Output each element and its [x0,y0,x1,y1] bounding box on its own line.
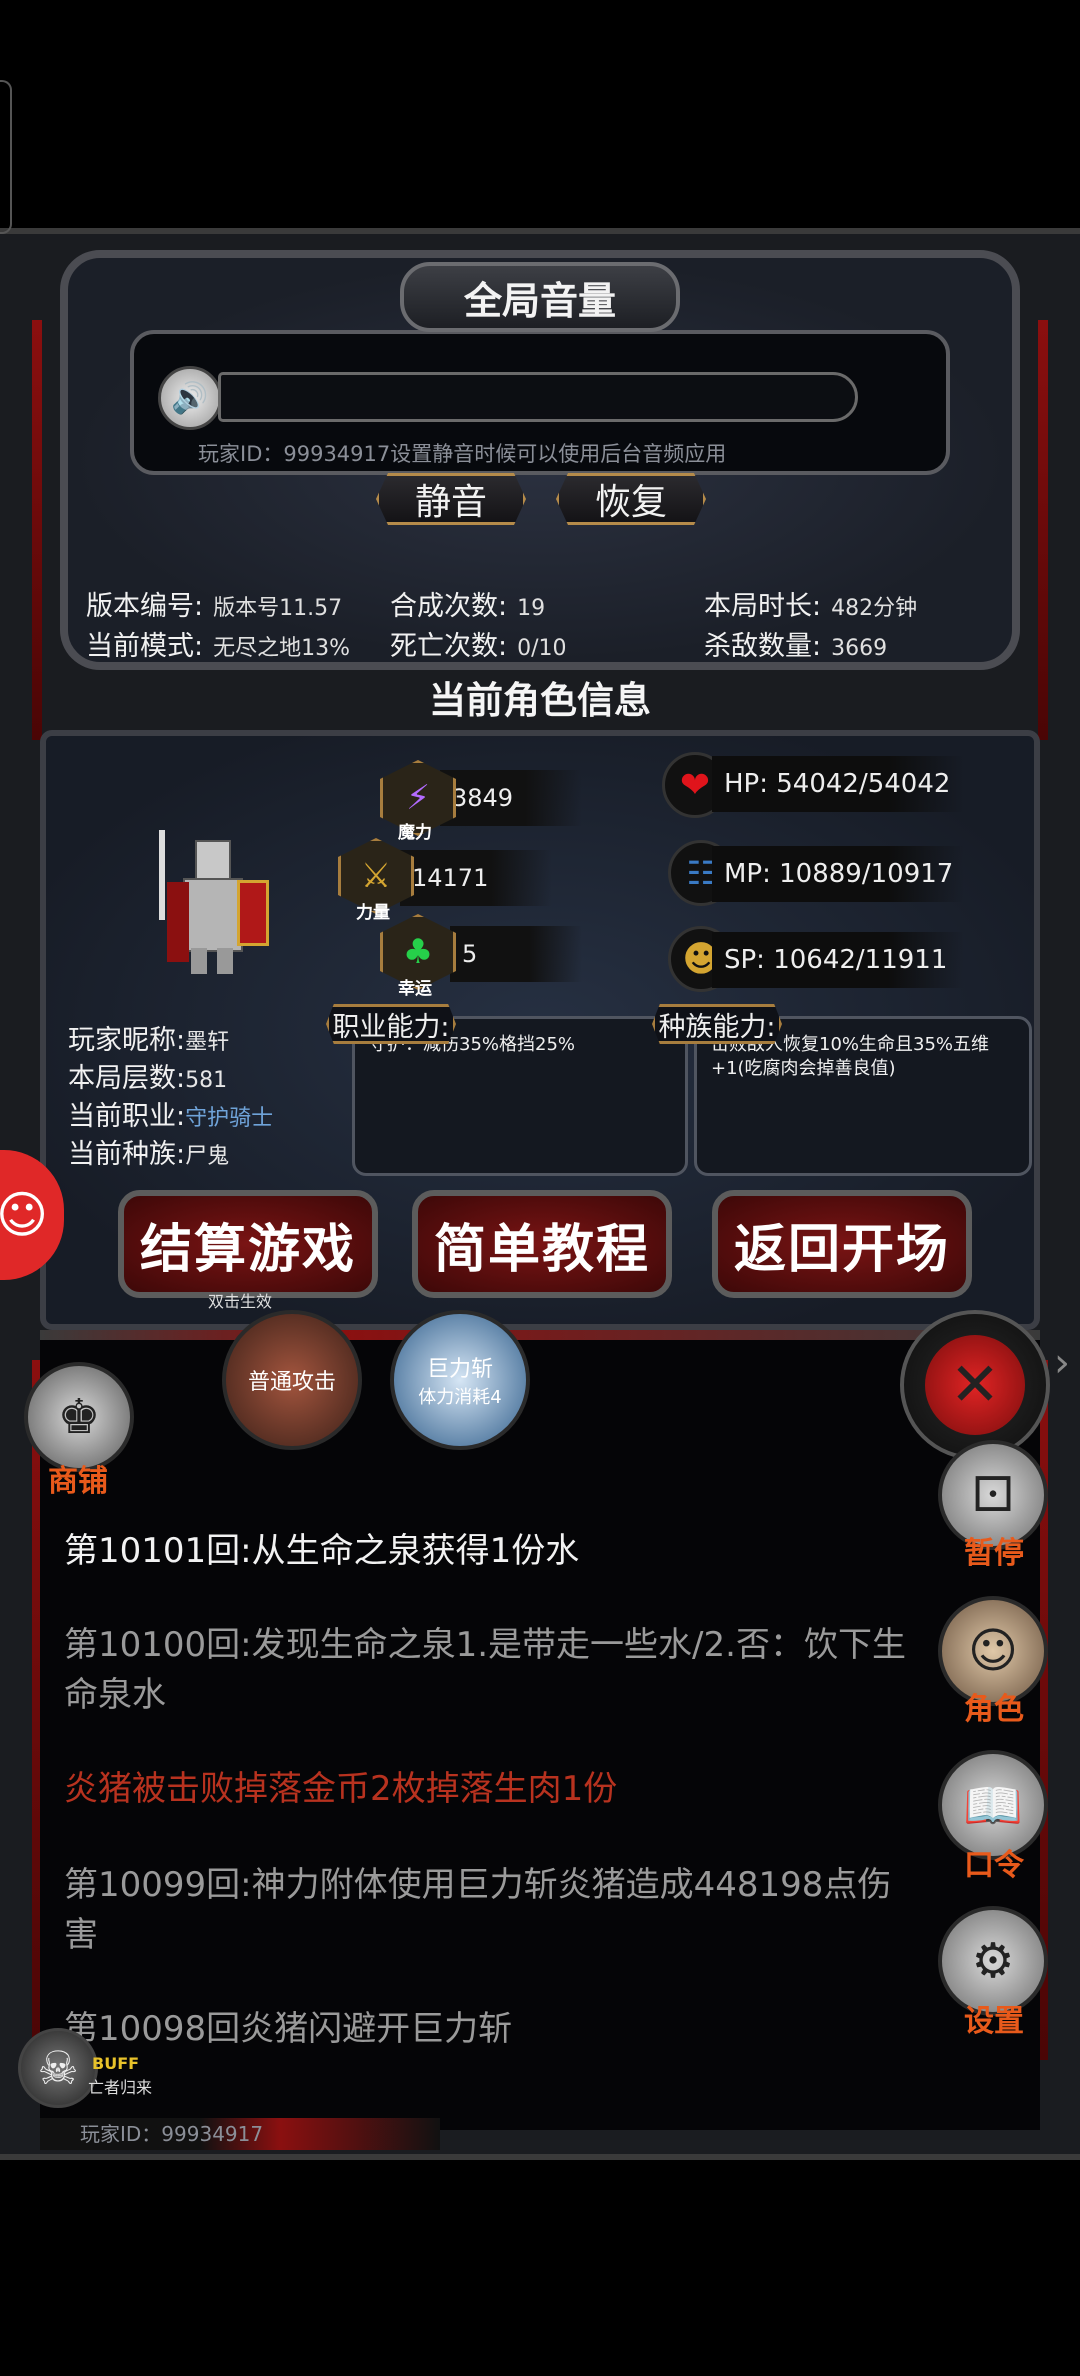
close-icon: ✕ [925,1335,1025,1435]
heavy-slash-label: 巨力斩 [426,1357,493,1382]
attr-magic-label: 魔力 [398,823,432,843]
buff-name: 亡者归来 [88,2078,153,2097]
log-line: 第10099回:神力附体使用巨力斩炎猪造成448198点伤害 [64,1860,924,1960]
log-divider [40,1330,1040,1340]
heavy-slash-button[interactable]: 巨力斩 体力消耗4 [390,1310,530,1450]
log-line-4: 第10098回炎猪闪避开巨力斩 [64,2009,513,2049]
normal-attack-label: 普通攻击 [247,1370,336,1395]
speaker-icon[interactable]: 🔊 [158,366,222,430]
role-label: 角色 [964,1692,1024,1727]
back-to-start-button[interactable]: 返回开场 [712,1190,972,1298]
mode-label: 当前模式: [86,631,204,662]
death-value: 0/10 [517,636,567,661]
attr-luck-value: 5 [450,926,582,982]
floor-line: 本局层数:581 [68,1056,227,1095]
log-line-2: 炎猪被击败掉落金币2枚掉落生肉1份 [64,1769,618,1809]
merge-label: 合成次数: [390,591,508,622]
normal-attack-button[interactable]: 普通攻击 [222,1310,362,1450]
skull-icon[interactable]: ☠ [18,2028,98,2108]
kills-label: 杀敌数量: [704,631,822,662]
duration-label: 本局时长: [704,591,822,622]
log-line-3: 第10099回:神力附体使用巨力斩炎猪造成448198点伤害 [64,1865,892,1955]
job-line: 当前职业:守护骑士 [68,1094,273,1133]
log-line: 第10101回:从生命之泉获得1份水 [64,1526,924,1576]
log-line-0: 第10101回:从生命之泉获得1份水 [64,1531,580,1571]
pause-label: 暂停 [964,1536,1024,1571]
nickname-label: 玩家昵称: [68,1025,186,1056]
race-line: 当前种族:尸鬼 [68,1132,229,1171]
log-line: 第10100回:发现生命之泉1.是带走一些水/2.否：饮下生命泉水 [64,1620,924,1720]
merge-stat: 合成次数: 19 [390,584,545,623]
job-ability-tab: 职业能力: [326,1004,456,1044]
tutorial-button[interactable]: 简单教程 [412,1190,672,1298]
volume-slider[interactable] [218,372,858,422]
attr-strength-value: 14171 [400,850,552,906]
race-value: 尸鬼 [185,1144,230,1169]
kills-value: 3669 [831,636,888,661]
attr-strength-label: 力量 [356,903,390,923]
merge-value: 19 [517,596,546,621]
close-button[interactable]: ✕ [900,1310,1050,1460]
version-value: 版本号11.57 [213,596,343,621]
duration-value: 482分钟 [831,596,918,621]
floor-label: 本局层数: [68,1063,186,1094]
log-line-1: 第10100回:发现生命之泉1.是带走一些水/2.否：饮下生命泉水 [64,1625,906,1715]
log-line: 第10098回炎猪闪避开巨力斩 [64,2004,924,2054]
mp-value: MP: 10889/10917 [712,846,964,902]
race-ability-tab: 种族能力: [652,1004,782,1044]
attr-luck-label: 幸运 [398,979,432,999]
restore-button[interactable]: 恢复 [556,473,706,525]
death-label: 死亡次数: [390,631,508,662]
mode-value: 无尽之地13% [213,636,351,661]
heavy-slash-cost: 体力消耗4 [418,1387,502,1408]
edge-handle [0,80,12,234]
floor-value: 581 [185,1068,228,1093]
sp-value: SP: 10642/11911 [712,932,964,988]
version-label: 版本编号: [86,591,204,622]
attr-magic-value: 3849 [440,770,582,826]
knight-sprite [155,830,275,980]
settings-label: 设置 [964,2004,1024,2039]
version-stat: 版本编号: 版本号11.57 [86,584,342,623]
right-red-rail [1038,320,1048,740]
nickname-line: 玩家昵称:墨轩 [68,1018,229,1057]
settle-game-button[interactable]: 结算游戏 [118,1190,378,1298]
volume-title: 全局音量 [400,262,680,332]
nickname-value: 墨轩 [185,1030,230,1055]
shop-label: 商铺 [48,1464,108,1499]
job-value: 守护骑士 [185,1106,274,1131]
duration-stat: 本局时长: 482分钟 [704,584,917,623]
race-label: 当前种族: [68,1139,186,1170]
settle-sub-label: 双击生效 [208,1292,273,1311]
log-line: 炎猪被击败掉落金币2枚掉落生肉1份 [64,1764,924,1814]
code-label: 口令 [964,1848,1024,1883]
volume-hint: 玩家ID：99934917设置静音时候可以使用后台音频应用 [198,442,727,466]
character-section-title: 当前角色信息 [429,679,651,722]
job-label: 当前职业: [68,1101,186,1132]
death-stat: 死亡次数: 0/10 [390,624,567,663]
chevron-right-icon[interactable]: › [1054,1340,1070,1386]
kills-stat: 杀敌数量: 3669 [704,624,887,663]
mute-button[interactable]: 静音 [376,473,526,525]
buff-label: BUFF [92,2054,140,2073]
footer-player-id: 玩家ID：99934917 [80,2122,264,2146]
mode-stat: 当前模式: 无尽之地13% [86,624,350,663]
left-red-rail [32,320,42,740]
hp-value: HP: 54042/54042 [712,756,964,812]
